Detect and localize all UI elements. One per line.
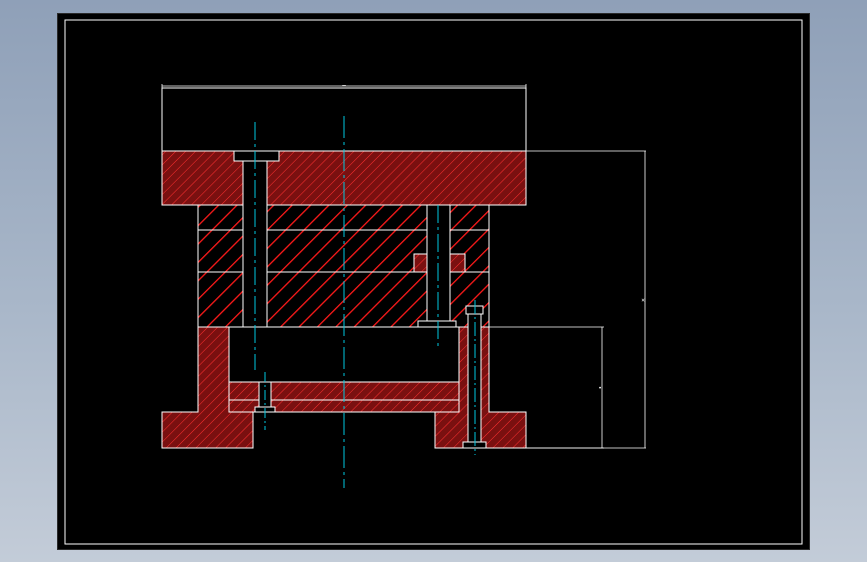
- dimension-total-height: [526, 150, 646, 449]
- mold-assembly-drawing: – × •: [64, 19, 803, 545]
- dimension-lower-height-label: •: [598, 385, 602, 392]
- right-bushing-base: [417, 320, 457, 328]
- left-guide-pin-head: [233, 150, 280, 162]
- dimension-total-height-label: ×: [641, 297, 645, 304]
- dimension-top-width-label: –: [342, 82, 346, 89]
